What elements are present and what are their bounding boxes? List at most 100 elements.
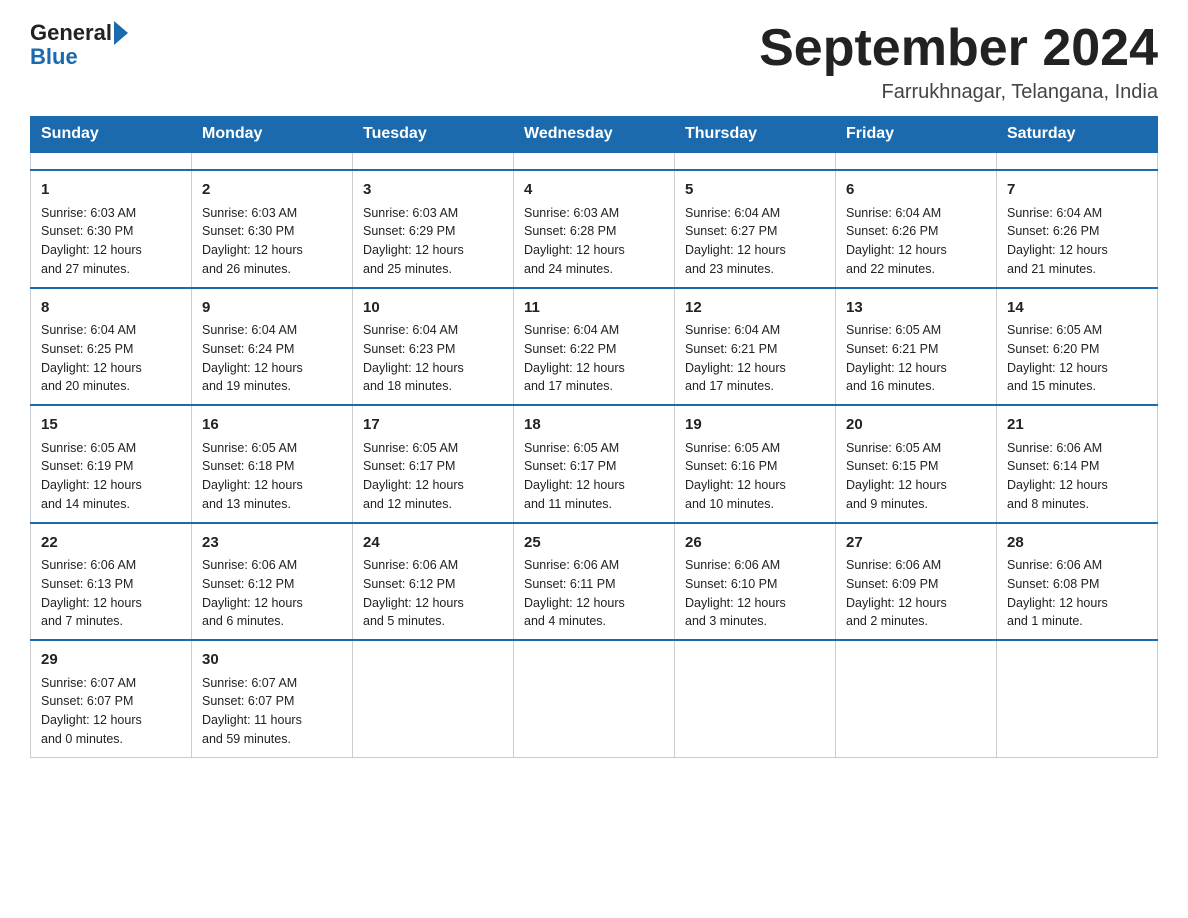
title-block: September 2024 Farrukhnagar, Telangana, … [759,20,1158,104]
day-number: 28 [1007,532,1147,555]
day-info: Sunrise: 6:06 AM Sunset: 6:13 PM Dayligh… [41,556,181,631]
calendar-cell: 15Sunrise: 6:05 AM Sunset: 6:19 PM Dayli… [31,405,192,523]
location-subtitle: Farrukhnagar, Telangana, India [759,81,1158,104]
calendar-cell: 10Sunrise: 6:04 AM Sunset: 6:23 PM Dayli… [353,288,514,406]
calendar-cell: 17Sunrise: 6:05 AM Sunset: 6:17 PM Dayli… [353,405,514,523]
day-number: 26 [685,532,825,555]
logo-blue-text: Blue [30,44,78,70]
day-number: 25 [524,532,664,555]
day-info: Sunrise: 6:04 AM Sunset: 6:27 PM Dayligh… [685,204,825,279]
calendar-cell: 11Sunrise: 6:04 AM Sunset: 6:22 PM Dayli… [514,288,675,406]
calendar-cell: 16Sunrise: 6:05 AM Sunset: 6:18 PM Dayli… [192,405,353,523]
day-info: Sunrise: 6:05 AM Sunset: 6:21 PM Dayligh… [846,321,986,396]
weekday-header-sunday: Sunday [31,117,192,153]
day-number: 21 [1007,414,1147,437]
calendar-cell [514,152,675,170]
day-info: Sunrise: 6:06 AM Sunset: 6:11 PM Dayligh… [524,556,664,631]
calendar-cell: 13Sunrise: 6:05 AM Sunset: 6:21 PM Dayli… [836,288,997,406]
day-info: Sunrise: 6:04 AM Sunset: 6:21 PM Dayligh… [685,321,825,396]
calendar-cell: 20Sunrise: 6:05 AM Sunset: 6:15 PM Dayli… [836,405,997,523]
calendar-week-5: 22Sunrise: 6:06 AM Sunset: 6:13 PM Dayli… [31,523,1158,641]
day-number: 15 [41,414,181,437]
calendar-cell: 28Sunrise: 6:06 AM Sunset: 6:08 PM Dayli… [997,523,1158,641]
weekday-header-friday: Friday [836,117,997,153]
calendar-cell [192,152,353,170]
day-number: 7 [1007,179,1147,202]
day-info: Sunrise: 6:06 AM Sunset: 6:12 PM Dayligh… [202,556,342,631]
calendar-cell: 12Sunrise: 6:04 AM Sunset: 6:21 PM Dayli… [675,288,836,406]
day-number: 1 [41,179,181,202]
day-info: Sunrise: 6:05 AM Sunset: 6:17 PM Dayligh… [524,439,664,514]
calendar-cell: 9Sunrise: 6:04 AM Sunset: 6:24 PM Daylig… [192,288,353,406]
day-number: 27 [846,532,986,555]
weekday-header-thursday: Thursday [675,117,836,153]
calendar-week-3: 8Sunrise: 6:04 AM Sunset: 6:25 PM Daylig… [31,288,1158,406]
calendar-cell: 26Sunrise: 6:06 AM Sunset: 6:10 PM Dayli… [675,523,836,641]
day-info: Sunrise: 6:03 AM Sunset: 6:28 PM Dayligh… [524,204,664,279]
calendar-cell: 7Sunrise: 6:04 AM Sunset: 6:26 PM Daylig… [997,170,1158,288]
calendar-cell: 1Sunrise: 6:03 AM Sunset: 6:30 PM Daylig… [31,170,192,288]
day-info: Sunrise: 6:04 AM Sunset: 6:22 PM Dayligh… [524,321,664,396]
day-info: Sunrise: 6:06 AM Sunset: 6:10 PM Dayligh… [685,556,825,631]
day-number: 20 [846,414,986,437]
calendar-week-2: 1Sunrise: 6:03 AM Sunset: 6:30 PM Daylig… [31,170,1158,288]
day-number: 24 [363,532,503,555]
day-number: 19 [685,414,825,437]
day-number: 9 [202,297,342,320]
page-header: General Blue September 2024 Farrukhnagar… [30,20,1158,104]
weekday-header-tuesday: Tuesday [353,117,514,153]
calendar-cell [675,152,836,170]
day-info: Sunrise: 6:04 AM Sunset: 6:25 PM Dayligh… [41,321,181,396]
day-number: 11 [524,297,664,320]
calendar-cell: 25Sunrise: 6:06 AM Sunset: 6:11 PM Dayli… [514,523,675,641]
day-info: Sunrise: 6:06 AM Sunset: 6:09 PM Dayligh… [846,556,986,631]
calendar-cell: 2Sunrise: 6:03 AM Sunset: 6:30 PM Daylig… [192,170,353,288]
calendar-cell: 18Sunrise: 6:05 AM Sunset: 6:17 PM Dayli… [514,405,675,523]
day-number: 8 [41,297,181,320]
day-number: 10 [363,297,503,320]
day-info: Sunrise: 6:06 AM Sunset: 6:08 PM Dayligh… [1007,556,1147,631]
calendar-cell [514,640,675,757]
day-info: Sunrise: 6:04 AM Sunset: 6:23 PM Dayligh… [363,321,503,396]
logo-arrow-icon [114,21,128,45]
calendar-cell [997,640,1158,757]
day-info: Sunrise: 6:07 AM Sunset: 6:07 PM Dayligh… [41,674,181,749]
day-number: 4 [524,179,664,202]
calendar-cell [997,152,1158,170]
day-info: Sunrise: 6:05 AM Sunset: 6:17 PM Dayligh… [363,439,503,514]
day-info: Sunrise: 6:03 AM Sunset: 6:29 PM Dayligh… [363,204,503,279]
calendar-table: SundayMondayTuesdayWednesdayThursdayFrid… [30,116,1158,758]
calendar-cell: 23Sunrise: 6:06 AM Sunset: 6:12 PM Dayli… [192,523,353,641]
day-info: Sunrise: 6:06 AM Sunset: 6:14 PM Dayligh… [1007,439,1147,514]
calendar-cell: 5Sunrise: 6:04 AM Sunset: 6:27 PM Daylig… [675,170,836,288]
weekday-header-saturday: Saturday [997,117,1158,153]
day-info: Sunrise: 6:07 AM Sunset: 6:07 PM Dayligh… [202,674,342,749]
day-info: Sunrise: 6:05 AM Sunset: 6:16 PM Dayligh… [685,439,825,514]
day-number: 17 [363,414,503,437]
day-number: 14 [1007,297,1147,320]
calendar-cell: 30Sunrise: 6:07 AM Sunset: 6:07 PM Dayli… [192,640,353,757]
day-number: 3 [363,179,503,202]
weekday-header-monday: Monday [192,117,353,153]
calendar-cell [353,640,514,757]
day-info: Sunrise: 6:05 AM Sunset: 6:18 PM Dayligh… [202,439,342,514]
calendar-week-6: 29Sunrise: 6:07 AM Sunset: 6:07 PM Dayli… [31,640,1158,757]
day-number: 23 [202,532,342,555]
calendar-cell: 4Sunrise: 6:03 AM Sunset: 6:28 PM Daylig… [514,170,675,288]
day-number: 30 [202,649,342,672]
day-number: 12 [685,297,825,320]
calendar-cell: 3Sunrise: 6:03 AM Sunset: 6:29 PM Daylig… [353,170,514,288]
day-info: Sunrise: 6:04 AM Sunset: 6:26 PM Dayligh… [846,204,986,279]
day-number: 16 [202,414,342,437]
weekday-header-wednesday: Wednesday [514,117,675,153]
day-number: 2 [202,179,342,202]
calendar-cell: 27Sunrise: 6:06 AM Sunset: 6:09 PM Dayli… [836,523,997,641]
calendar-cell: 29Sunrise: 6:07 AM Sunset: 6:07 PM Dayli… [31,640,192,757]
day-number: 22 [41,532,181,555]
day-number: 5 [685,179,825,202]
weekday-header-row: SundayMondayTuesdayWednesdayThursdayFrid… [31,117,1158,153]
day-info: Sunrise: 6:06 AM Sunset: 6:12 PM Dayligh… [363,556,503,631]
day-info: Sunrise: 6:03 AM Sunset: 6:30 PM Dayligh… [202,204,342,279]
calendar-cell [675,640,836,757]
day-info: Sunrise: 6:03 AM Sunset: 6:30 PM Dayligh… [41,204,181,279]
